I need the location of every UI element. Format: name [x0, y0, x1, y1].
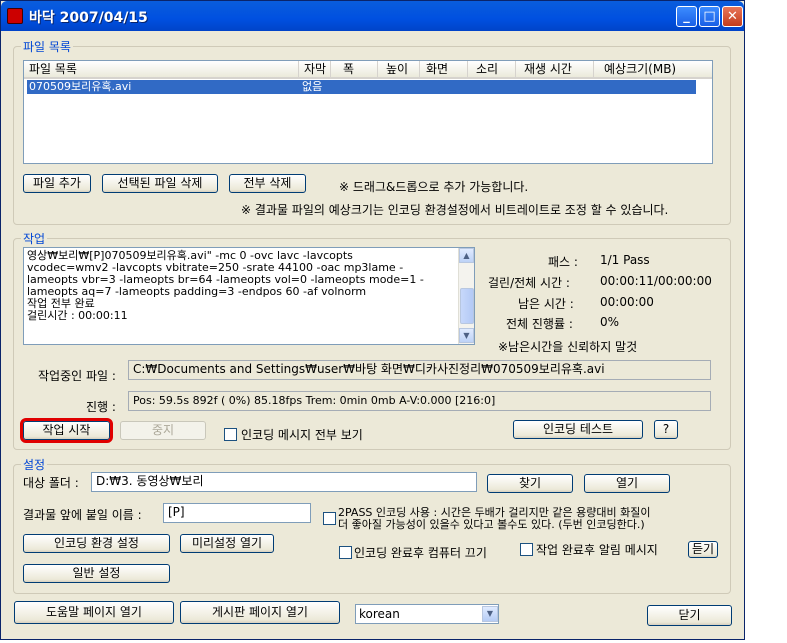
remove-all-button[interactable]: 전부 삭제: [229, 174, 306, 193]
scroll-down-icon[interactable]: ▼: [459, 328, 474, 343]
target-folder-input[interactable]: D:₩3. 동영상₩보리: [91, 472, 477, 492]
notify-checkbox[interactable]: [520, 543, 533, 556]
column-header-width[interactable]: 폭: [331, 61, 378, 79]
shutdown-checkbox[interactable]: [339, 546, 352, 559]
language-selected-value: korean: [359, 607, 400, 621]
current-file-label: 작업중인 파일 :: [38, 369, 116, 383]
show-all-messages-label: 인코딩 메시지 전부 보기: [241, 428, 363, 442]
language-select[interactable]: korean ▼: [355, 604, 499, 624]
title-bar[interactable]: 바닥 2007/04/15 _ □ ✕: [1, 1, 744, 31]
progress-label: 진행 :: [86, 400, 116, 414]
file-list[interactable]: 파일 목록 자막 폭 높이 화면 소리 재생 시간 예상크기(MB) 07050…: [23, 60, 713, 164]
help-button[interactable]: ?: [654, 420, 678, 439]
log-scrollbar[interactable]: ▲ ▼: [458, 248, 474, 344]
scroll-thumb[interactable]: [460, 288, 474, 324]
overall-progress-value: 0%: [600, 315, 620, 329]
twopass-checkbox[interactable]: [323, 512, 336, 525]
settings-group-title: 설정: [21, 456, 48, 473]
current-file-field[interactable]: C:₩Documents and Settings₩user₩바탕 화면₩디카사…: [128, 360, 711, 380]
help-page-button[interactable]: 도움말 페이지 열기: [14, 601, 174, 624]
minimize-icon[interactable]: _: [676, 6, 697, 27]
show-all-messages-checkbox[interactable]: [224, 428, 237, 441]
main-window: 바닥 2007/04/15 _ □ ✕ 파일 목록 파일 목록 자막 폭 높이 …: [0, 0, 745, 640]
pass-value: 1/1 Pass: [600, 253, 650, 267]
preset-open-button[interactable]: 미리설정 열기: [180, 534, 274, 553]
app-icon[interactable]: [7, 8, 23, 24]
row-filename: 070509보리유혹.avi: [29, 80, 132, 93]
drag-drop-note: ※ 드래그&드롭으로 추가 가능합니다.: [339, 180, 529, 194]
column-header-duration[interactable]: 재생 시간: [516, 61, 594, 79]
prefix-label: 결과물 앞에 붙일 이름 :: [23, 508, 142, 522]
column-header-filename[interactable]: 파일 목록: [24, 61, 299, 79]
notify-label: 작업 완료후 알림 메시지: [536, 543, 658, 557]
elapsed-label: 걸린/전체 시간 :: [488, 276, 570, 290]
remaining-time-note: ※남은시간을 신뢰하지 말것: [498, 340, 638, 354]
encoding-settings-button[interactable]: 인코딩 환경 설정: [23, 534, 170, 553]
file-list-group-title: 파일 목록: [21, 38, 73, 55]
maximize-icon[interactable]: □: [699, 6, 720, 27]
column-header-video[interactable]: 화면: [420, 61, 468, 79]
window-title: 바닥 2007/04/15: [29, 10, 148, 26]
encoding-test-button[interactable]: 인코딩 테스트: [513, 420, 643, 439]
browse-button[interactable]: 찾기: [487, 474, 573, 493]
log-line: 걸린시간 : 00:00:11: [27, 309, 128, 322]
remaining-label: 남은 시간 :: [518, 297, 574, 311]
elapsed-value: 00:00:11/00:00:00: [600, 274, 712, 288]
chevron-down-icon[interactable]: ▼: [482, 606, 498, 622]
add-file-button[interactable]: 파일 추가: [23, 174, 91, 193]
general-settings-button[interactable]: 일반 설정: [23, 564, 170, 583]
stop-button[interactable]: 중지: [120, 421, 206, 440]
remaining-value: 00:00:00: [600, 295, 654, 309]
progress-status-field[interactable]: Pos: 59.5s 892f ( 0%) 85.18fps Trem: 0mi…: [128, 391, 711, 411]
start-job-button[interactable]: 작업 시작: [20, 418, 113, 443]
shutdown-label: 인코딩 완료후 컴퓨터 끄기: [354, 546, 487, 560]
listen-button[interactable]: 듣기: [688, 541, 718, 558]
twopass-label-line2: 더 좋아질 가능성이 있을수 있다고 볼수도 있다. (두번 인코딩한다.): [338, 518, 645, 531]
remove-selected-button[interactable]: 선택된 파일 삭제: [102, 174, 218, 193]
close-button[interactable]: 닫기: [647, 605, 732, 626]
prefix-input[interactable]: [P]: [163, 503, 311, 523]
table-row[interactable]: 070509보리유혹.avi 없음: [27, 80, 696, 94]
encoding-log[interactable]: 영상₩보리₩[P]070509보리유혹.avi" -mc 0 -ovc lavc…: [23, 247, 475, 345]
column-header-subtitle[interactable]: 자막: [299, 61, 331, 79]
target-folder-label: 대상 폴더 :: [23, 476, 79, 490]
close-icon[interactable]: ✕: [722, 6, 743, 27]
pass-label: 패스 :: [548, 255, 578, 269]
overall-progress-label: 전체 진행률 :: [506, 317, 573, 331]
job-group-title: 작업: [21, 230, 48, 247]
column-header-height[interactable]: 높이: [378, 61, 420, 79]
board-page-button[interactable]: 게시판 페이지 열기: [180, 601, 340, 624]
column-header-estimated-size[interactable]: 예상크기(MB): [594, 61, 712, 79]
scroll-up-icon[interactable]: ▲: [459, 248, 474, 263]
open-folder-button[interactable]: 열기: [584, 474, 670, 493]
row-subtitle: 없음: [302, 80, 323, 93]
size-note: ※ 결과물 파일의 예상크기는 인코딩 환경설정에서 비트레이트로 조정 할 수…: [241, 203, 669, 217]
column-header-audio[interactable]: 소리: [468, 61, 516, 79]
